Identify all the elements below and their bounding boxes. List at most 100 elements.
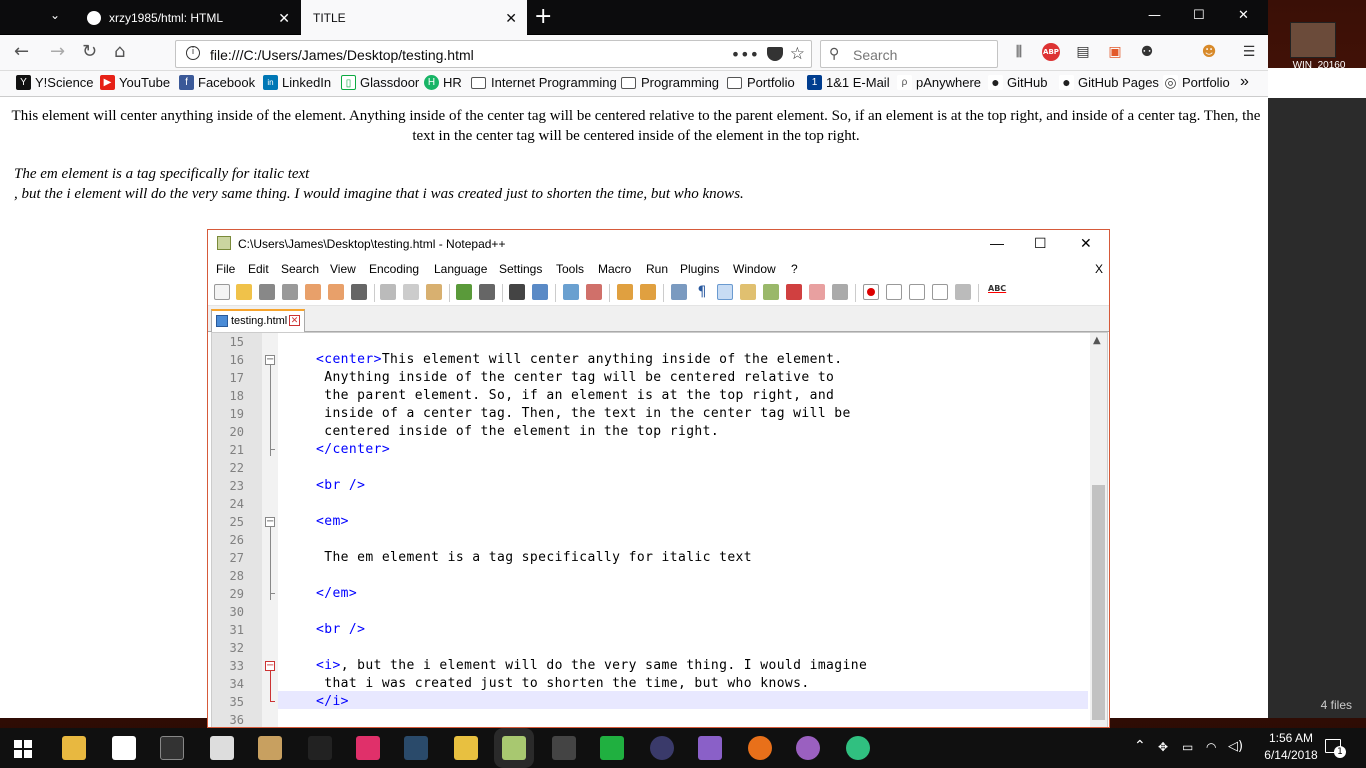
command-prompt-icon[interactable] <box>160 736 184 760</box>
minimize-icon[interactable]: — <box>1148 8 1161 23</box>
document-map-icon[interactable] <box>763 284 779 300</box>
tab-github[interactable]: xrzy1985/html: HTML ✕ <box>77 0 300 35</box>
visual-studio-icon[interactable] <box>698 736 722 760</box>
menu-edit[interactable]: Edit <box>248 262 269 276</box>
reload-icon[interactable]: ↻ <box>82 41 97 62</box>
folder-app-icon[interactable] <box>454 736 478 760</box>
paste-icon[interactable] <box>426 284 442 300</box>
undo-icon[interactable] <box>456 284 472 300</box>
bookmarks-overflow-chevron-icon[interactable]: » <box>1240 73 1249 91</box>
bookmark-star-icon[interactable]: ☆ <box>790 44 805 64</box>
save-all-icon[interactable] <box>282 284 298 300</box>
code-editor[interactable]: − − − 15 16 17 18 19 20 21 22 23 24 25 2… <box>211 332 1108 727</box>
word-wrap-icon[interactable] <box>671 284 687 300</box>
record-macro-icon[interactable] <box>863 284 879 300</box>
pocket-icon[interactable] <box>767 47 783 61</box>
extension-icon[interactable]: ⚉ <box>1138 43 1156 61</box>
notepad-plus-plus-taskbar-icon[interactable] <box>502 736 526 760</box>
close-document-icon[interactable]: X <box>1095 262 1103 276</box>
windows-start-icon[interactable] <box>14 740 32 758</box>
hamburger-menu-icon[interactable]: ☰ <box>1240 43 1258 61</box>
bookmark-facebook[interactable]: f Facebook <box>179 75 255 90</box>
bookmark-panywhere[interactable]: ρ pAnywhere <box>897 75 981 90</box>
monitoring-icon[interactable] <box>832 284 848 300</box>
sync-vertical-icon[interactable] <box>617 284 633 300</box>
desktop-video-thumbnail-icon[interactable] <box>1290 22 1336 58</box>
page-actions-menu-icon[interactable]: ••• <box>731 45 759 64</box>
find-icon[interactable] <box>509 284 525 300</box>
menu-macro[interactable]: Macro <box>598 262 631 276</box>
save-icon[interactable] <box>259 284 275 300</box>
scroll-up-arrow-icon[interactable]: ▲ <box>1093 335 1101 346</box>
indent-guide-icon[interactable] <box>717 284 733 300</box>
github-desktop-icon[interactable] <box>796 736 820 760</box>
folder-workspace-icon[interactable] <box>809 284 825 300</box>
open-file-icon[interactable] <box>236 284 252 300</box>
print-icon[interactable] <box>351 284 367 300</box>
tab-title-active[interactable]: TITLE ✕ <box>301 0 527 35</box>
fold-toggle-em-icon[interactable]: − <box>265 517 275 527</box>
tab-close-icon[interactable]: ✕ <box>505 10 517 27</box>
play-macro-icon[interactable] <box>909 284 925 300</box>
menu-plugins[interactable]: Plugins <box>680 262 719 276</box>
bookmark-linkedin[interactable]: in LinkedIn <box>263 75 331 90</box>
zoom-out-icon[interactable] <box>586 284 602 300</box>
library-icon[interactable]: ⫼ <box>1010 43 1028 61</box>
url-bar[interactable]: i file:///C:/Users/James/Desktop/testing… <box>175 40 812 68</box>
site-info-icon[interactable]: i <box>186 46 200 60</box>
home-icon[interactable]: ⌂ <box>114 41 125 62</box>
url-text[interactable]: file:///C:/Users/James/Desktop/testing.h… <box>210 47 474 63</box>
eclipse-icon[interactable] <box>650 736 674 760</box>
spell-check-icon[interactable]: ABC <box>988 284 1008 300</box>
npp-close-icon[interactable]: ✕ <box>1080 235 1092 252</box>
fold-toggle-center-icon[interactable]: − <box>265 355 275 365</box>
menu-encoding[interactable]: Encoding <box>369 262 419 276</box>
battery-icon[interactable]: ▭ <box>1182 740 1193 754</box>
show-all-characters-icon[interactable]: ¶ <box>694 284 710 300</box>
close-all-icon[interactable] <box>328 284 344 300</box>
menu-search[interactable]: Search <box>281 262 319 276</box>
menu-settings[interactable]: Settings <box>499 262 542 276</box>
tab-close-icon[interactable]: ✕ <box>278 10 290 27</box>
vertical-scrollbar[interactable]: ▲ <box>1090 333 1107 727</box>
menu-file[interactable]: File <box>216 262 235 276</box>
system-clock[interactable]: 1:56 AM 6/14/2018 <box>1256 730 1326 764</box>
fold-toggle-i-icon[interactable]: − <box>265 661 275 671</box>
bookmark-github-pages[interactable]: ● GitHub Pages <box>1059 75 1159 90</box>
reader-view-icon[interactable]: ▤ <box>1074 43 1092 61</box>
menu-view[interactable]: View <box>330 262 356 276</box>
copy-icon[interactable] <box>403 284 419 300</box>
bookmark-youtube[interactable]: ▶ YouTube <box>100 75 170 90</box>
pycharm-icon[interactable] <box>600 736 624 760</box>
user-language-icon[interactable] <box>740 284 756 300</box>
sync-horizontal-icon[interactable] <box>640 284 656 300</box>
screenshot-icon[interactable]: ▣ <box>1106 43 1124 61</box>
unity-icon[interactable] <box>552 736 576 760</box>
paint-icon[interactable] <box>258 736 282 760</box>
dropbox-tray-icon[interactable]: ✥ <box>1158 740 1168 754</box>
close-window-icon[interactable]: ✕ <box>1238 8 1249 23</box>
redo-icon[interactable] <box>479 284 495 300</box>
new-tab-button[interactable]: + <box>534 4 552 29</box>
tab-list-chevron-icon[interactable]: ⌄ <box>50 8 60 22</box>
adblock-plus-icon[interactable]: ABP <box>1042 43 1060 61</box>
background-window-titlebar[interactable] <box>1268 68 1366 98</box>
bookmark-folder-portfolio[interactable]: Portfolio <box>727 75 795 90</box>
volume-icon[interactable]: ◁) <box>1228 739 1243 754</box>
close-file-icon[interactable] <box>305 284 321 300</box>
new-file-icon[interactable] <box>214 284 230 300</box>
save-macro-icon[interactable] <box>955 284 971 300</box>
wifi-icon[interactable]: ◠ <box>1206 740 1216 754</box>
bookmark-yscience[interactable]: Y Y!Science <box>16 75 94 90</box>
dropbox-icon[interactable] <box>112 736 136 760</box>
npp-maximize-icon[interactable]: ☐ <box>1034 235 1047 252</box>
background-explorer-window[interactable]: 4 files <box>1268 68 1366 718</box>
firefox-taskbar-icon[interactable] <box>748 736 772 760</box>
menu-tools[interactable]: Tools <box>556 262 584 276</box>
menu-help[interactable]: ? <box>791 262 798 276</box>
cut-icon[interactable] <box>380 284 396 300</box>
menu-window[interactable]: Window <box>733 262 776 276</box>
forward-arrow-icon[interactable]: → <box>50 41 65 62</box>
run-macro-multiple-icon[interactable] <box>932 284 948 300</box>
menu-run[interactable]: Run <box>646 262 668 276</box>
